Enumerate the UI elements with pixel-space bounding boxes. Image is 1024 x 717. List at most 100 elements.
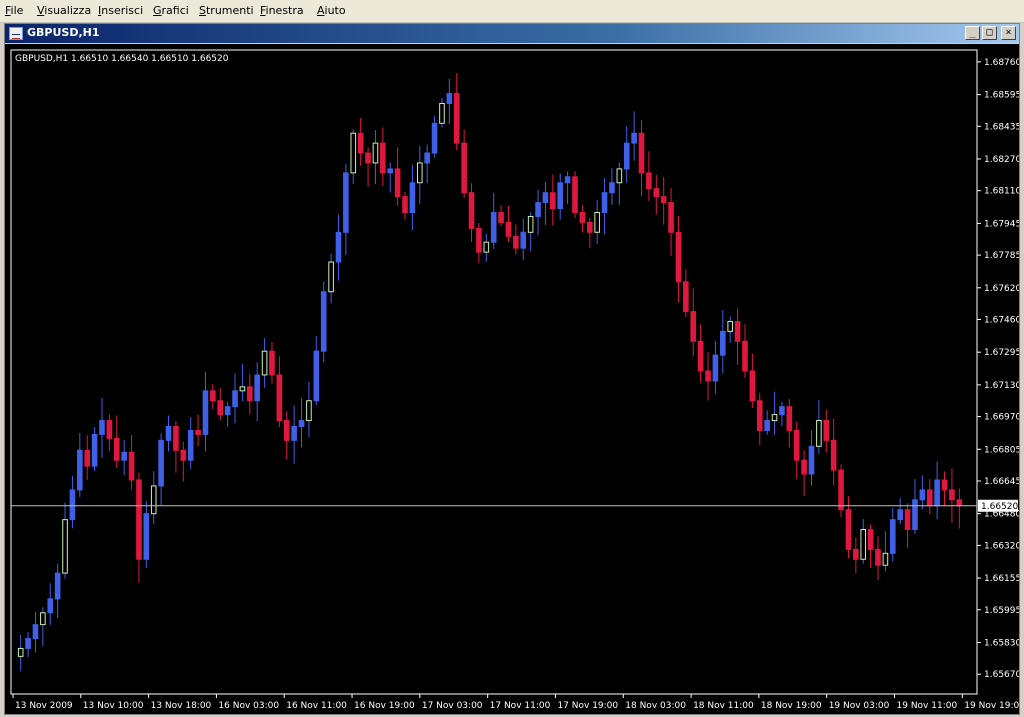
menu-file[interactable]: File xyxy=(5,4,23,17)
candle-body xyxy=(727,320,733,332)
candle-body xyxy=(853,548,859,560)
menu-finestra[interactable]: Finestra xyxy=(260,4,304,17)
candle-body xyxy=(889,519,896,554)
menu-grafici[interactable]: Grafici xyxy=(153,4,189,17)
candle-body xyxy=(180,449,187,461)
y-tick-label: 1.67295 xyxy=(984,348,1019,358)
candle-body xyxy=(232,390,238,408)
candle-body xyxy=(283,420,290,441)
menu-aiuto[interactable]: Aiuto xyxy=(317,4,346,17)
candle-body xyxy=(431,122,438,154)
candle-body xyxy=(424,152,430,164)
candle-body xyxy=(623,142,630,170)
candle-body xyxy=(187,429,194,461)
candle-body xyxy=(683,281,689,313)
window-title: GBPUSD,H1 xyxy=(27,26,100,39)
candle-body xyxy=(306,400,312,422)
x-tick-label: 18 Nov 19:00 xyxy=(761,701,822,711)
candle-body xyxy=(764,420,770,431)
candle-body xyxy=(136,479,142,560)
candle-body xyxy=(690,311,697,342)
candle-body xyxy=(365,152,371,164)
plot-frame xyxy=(10,49,978,695)
candle-body xyxy=(350,132,357,174)
candle-body xyxy=(535,202,541,217)
candle-body xyxy=(705,370,711,382)
candle-body xyxy=(113,437,120,461)
candle-body xyxy=(276,374,283,422)
candle-body xyxy=(668,202,674,233)
candle-body xyxy=(483,241,490,253)
y-tick-label: 1.66970 xyxy=(984,413,1019,423)
candle-body xyxy=(17,647,24,657)
candle-body xyxy=(158,439,164,487)
candle-body xyxy=(646,172,652,190)
x-tick-label: 16 Nov 03:00 xyxy=(218,701,279,711)
candle-body xyxy=(631,132,637,144)
chart-canvas[interactable]: GBPUSD,H1 1.66510 1.66540 1.66510 1.6652… xyxy=(5,44,1019,714)
candle-body xyxy=(867,529,874,550)
menu-visualizza[interactable]: Visualizza xyxy=(37,4,91,17)
candle-body xyxy=(586,221,593,233)
x-tick-label: 13 Nov 10:00 xyxy=(83,701,144,711)
maximize-button[interactable]: □ xyxy=(982,26,997,40)
candle-body xyxy=(173,425,179,451)
y-tick-label: 1.66320 xyxy=(984,541,1019,551)
current-price-label: 1.66520 xyxy=(981,502,1018,512)
candle-body xyxy=(912,499,918,531)
candle-body xyxy=(697,340,704,372)
candle-body xyxy=(476,227,482,253)
candle-body xyxy=(601,192,608,213)
candle-body xyxy=(461,142,467,194)
candle-body xyxy=(372,142,379,164)
candle-body xyxy=(343,172,349,233)
candle-body xyxy=(808,445,815,475)
candle-body xyxy=(69,489,76,521)
candle-body xyxy=(771,414,778,422)
menu-strumenti[interactable]: Strumenti xyxy=(199,4,254,17)
candle-body xyxy=(904,509,911,531)
candle-body xyxy=(91,433,98,467)
x-tick-label: 16 Nov 11:00 xyxy=(286,701,347,711)
candle-body xyxy=(210,390,216,402)
candle-body xyxy=(247,386,253,402)
menu-inserisci[interactable]: Inserisci xyxy=(98,4,143,17)
candle-body xyxy=(557,182,564,210)
close-button[interactable]: × xyxy=(1001,26,1016,40)
y-tick-label: 1.67130 xyxy=(984,381,1019,391)
candle-body xyxy=(254,374,260,402)
candle-body xyxy=(609,182,615,194)
candle-body xyxy=(498,211,504,223)
candle-body xyxy=(202,390,209,435)
x-tick-label: 17 Nov 11:00 xyxy=(490,701,551,711)
candlestick-chart[interactable]: GBPUSD,H1 1.66510 1.66540 1.66510 1.6652… xyxy=(5,44,1019,714)
candle-body xyxy=(150,485,157,515)
candle-body xyxy=(653,188,660,198)
y-tick-label: 1.68595 xyxy=(984,91,1019,101)
window-titlebar[interactable]: GBPUSD,H1 _ □ × xyxy=(5,24,1019,43)
candle-body xyxy=(387,168,394,174)
chart-window: GBPUSD,H1 _ □ × GBPUSD,H1 1.66510 1.6654… xyxy=(4,23,1020,715)
candle-body xyxy=(62,519,68,574)
candle-body xyxy=(121,451,127,461)
candle-body xyxy=(269,350,275,376)
candle-body xyxy=(106,420,113,439)
candle-body xyxy=(409,182,416,213)
x-tick-label: 17 Nov 03:00 xyxy=(422,701,483,711)
x-tick-label: 18 Nov 03:00 xyxy=(625,701,686,711)
candle-body xyxy=(572,176,578,213)
candle-body xyxy=(742,340,748,372)
candle-body xyxy=(801,459,807,475)
candle-body xyxy=(660,196,667,204)
candle-body xyxy=(934,479,940,507)
candle-body xyxy=(77,449,83,491)
y-tick-label: 1.68435 xyxy=(984,122,1019,132)
y-tick-label: 1.66155 xyxy=(984,574,1019,584)
candle-body xyxy=(542,192,549,204)
y-tick-label: 1.68270 xyxy=(984,155,1019,165)
minimize-button[interactable]: _ xyxy=(965,26,980,40)
candle-body xyxy=(32,624,39,640)
candle-body xyxy=(830,439,837,471)
candle-body xyxy=(860,529,867,560)
x-tick-label: 16 Nov 19:00 xyxy=(354,701,415,711)
